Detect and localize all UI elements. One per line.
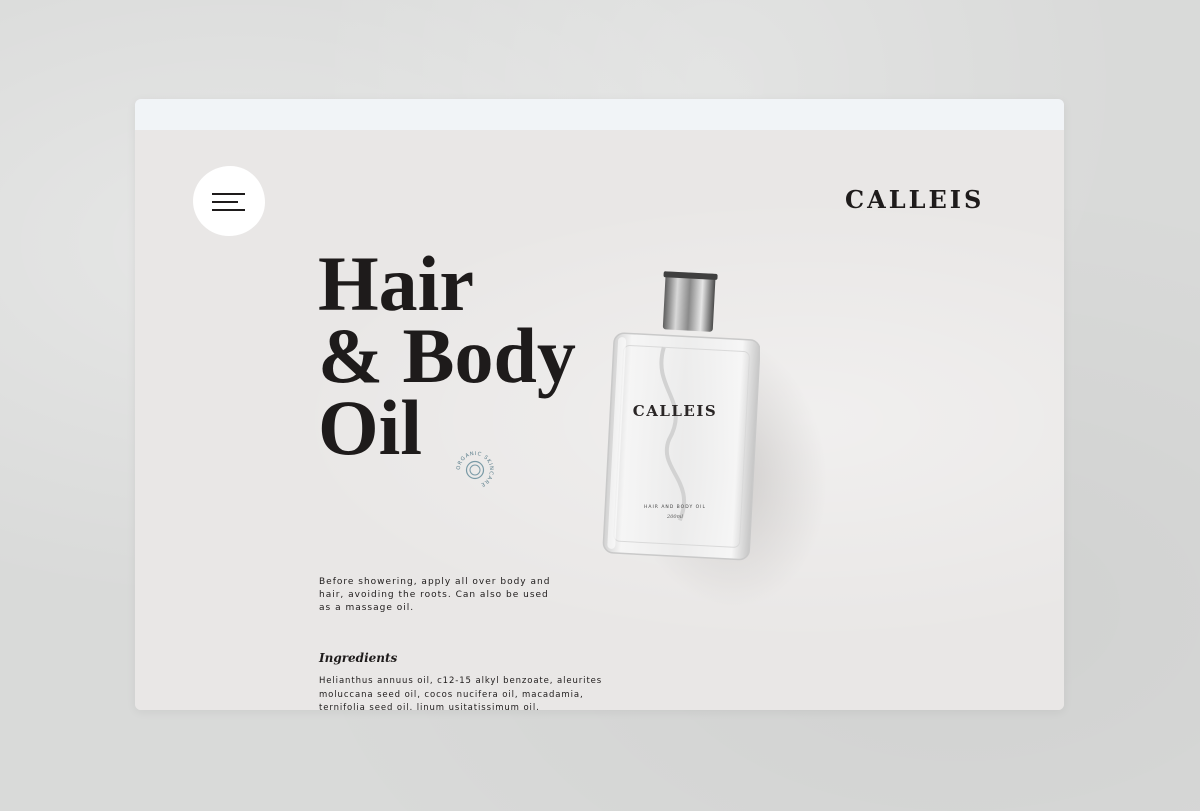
brand-logo[interactable]: CALLEIS [845, 185, 984, 214]
ingredients-heading: Ingredients [319, 651, 398, 665]
title-line: Hair [318, 240, 474, 327]
product-bottle-image: CALLEIS HAIR AND BODY OIL 200ml [590, 270, 761, 570]
browser-toolbar [135, 99, 1064, 130]
organic-skincare-seal-icon: ORGANIC SKINCARE [456, 451, 494, 488]
usage-description: Before showering, apply all over body an… [319, 577, 551, 613]
page-title: Hair & Body Oil [318, 240, 576, 471]
title-line: & Body [318, 312, 576, 399]
ingredients-list: Helianthus annuus oil, c12-15 alkyl benz… [319, 676, 603, 710]
menu-button[interactable] [193, 166, 265, 236]
bottle-brand-label: CALLEIS [632, 402, 718, 420]
browser-window: CALLEIS Hair & Body Oil ORGANIC SKINCARE [135, 99, 1064, 710]
bottle-volume: 200ml [667, 514, 683, 520]
svg-text:ORGANIC SKINCARE: ORGANIC SKINCARE [456, 451, 494, 488]
title-line: Oil [318, 384, 423, 471]
seal-text: ORGANIC SKINCARE [456, 451, 493, 488]
bottle-product-name: HAIR AND BODY OIL [643, 505, 706, 510]
bottle-graphic [602, 271, 761, 561]
product-page: CALLEIS Hair & Body Oil ORGANIC SKINCARE [135, 130, 1064, 710]
